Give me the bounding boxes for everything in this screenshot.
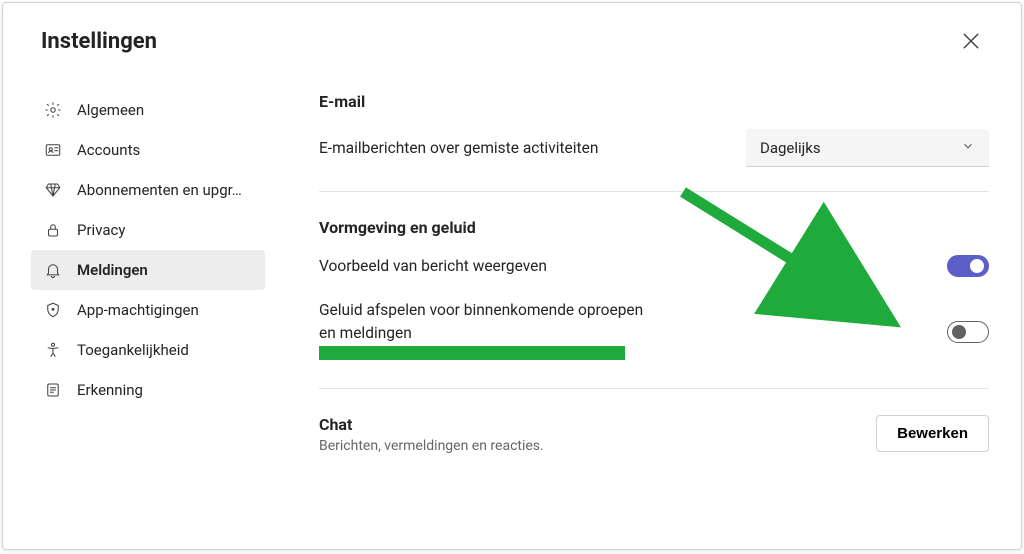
- play-sound-toggle[interactable]: [947, 321, 989, 343]
- annotation-highlight: [319, 346, 625, 360]
- row-show-message-preview: Voorbeeld van bericht weergeven: [319, 255, 989, 277]
- dialog-header: Instellingen: [3, 3, 1021, 64]
- sidebar-item-notifications[interactable]: Meldingen: [31, 250, 265, 290]
- section-divider: [319, 388, 989, 389]
- play-sound-label: Geluid afspelen voor binnenkomende oproe…: [319, 299, 659, 344]
- show-preview-label: Voorbeeld van bericht weergeven: [319, 255, 547, 277]
- missed-activity-label: E-mailberichten over gemiste activiteite…: [319, 137, 598, 159]
- sidebar-item-label: Algemeen: [77, 101, 144, 119]
- sidebar-item-subscriptions[interactable]: Abonnementen en upgr…: [31, 170, 265, 210]
- close-icon: [962, 32, 980, 50]
- sidebar-item-recognition[interactable]: Erkenning: [31, 370, 265, 410]
- lock-icon: [43, 220, 63, 240]
- settings-dialog: Instellingen Algemeen Accounts: [2, 2, 1022, 550]
- sidebar-item-label: Erkenning: [77, 381, 143, 399]
- row-missed-activity-email: E-mailberichten over gemiste activiteite…: [319, 129, 989, 167]
- settings-sidebar: Algemeen Accounts Abonnementen en upgr… …: [31, 64, 273, 454]
- sidebar-item-label: Toegankelijkheid: [77, 341, 189, 359]
- sidebar-item-accounts[interactable]: Accounts: [31, 130, 265, 170]
- edit-chat-button[interactable]: Bewerken: [876, 415, 989, 452]
- settings-content: E-mail E-mailberichten over gemiste acti…: [273, 64, 1021, 454]
- show-preview-toggle[interactable]: [947, 255, 989, 277]
- row-play-sound: Geluid afspelen voor binnenkomende oproe…: [319, 299, 989, 364]
- document-icon: [43, 380, 63, 400]
- sidebar-item-label: App-machtigingen: [77, 301, 199, 319]
- id-card-icon: [43, 140, 63, 160]
- sidebar-item-label: Meldingen: [77, 261, 148, 279]
- sidebar-item-label: Abonnementen en upgr…: [77, 181, 242, 199]
- bell-icon: [43, 260, 63, 280]
- sidebar-item-accessibility[interactable]: Toegankelijkheid: [31, 330, 265, 370]
- section-divider: [319, 191, 989, 192]
- chat-subtext: Berichten, vermeldingen en reacties.: [319, 438, 544, 454]
- shield-icon: [43, 300, 63, 320]
- dialog-title: Instellingen: [41, 29, 157, 54]
- sidebar-item-app-permissions[interactable]: App-machtigingen: [31, 290, 265, 330]
- sidebar-item-privacy[interactable]: Privacy: [31, 210, 265, 250]
- chevron-down-icon: [961, 139, 975, 157]
- accessibility-icon: [43, 340, 63, 360]
- section-heading-chat: Chat: [319, 415, 544, 434]
- section-heading-email: E-mail: [319, 92, 989, 111]
- missed-activity-frequency-select[interactable]: Dagelijks: [746, 129, 989, 167]
- sidebar-item-label: Accounts: [77, 141, 140, 159]
- row-chat: Chat Berichten, vermeldingen en reacties…: [319, 415, 989, 454]
- diamond-icon: [43, 180, 63, 200]
- select-value: Dagelijks: [760, 139, 821, 157]
- gear-icon: [43, 100, 63, 120]
- sidebar-item-general[interactable]: Algemeen: [31, 90, 265, 130]
- section-heading-appearance: Vormgeving en geluid: [319, 218, 989, 237]
- sidebar-item-label: Privacy: [77, 221, 125, 239]
- close-button[interactable]: [959, 29, 983, 53]
